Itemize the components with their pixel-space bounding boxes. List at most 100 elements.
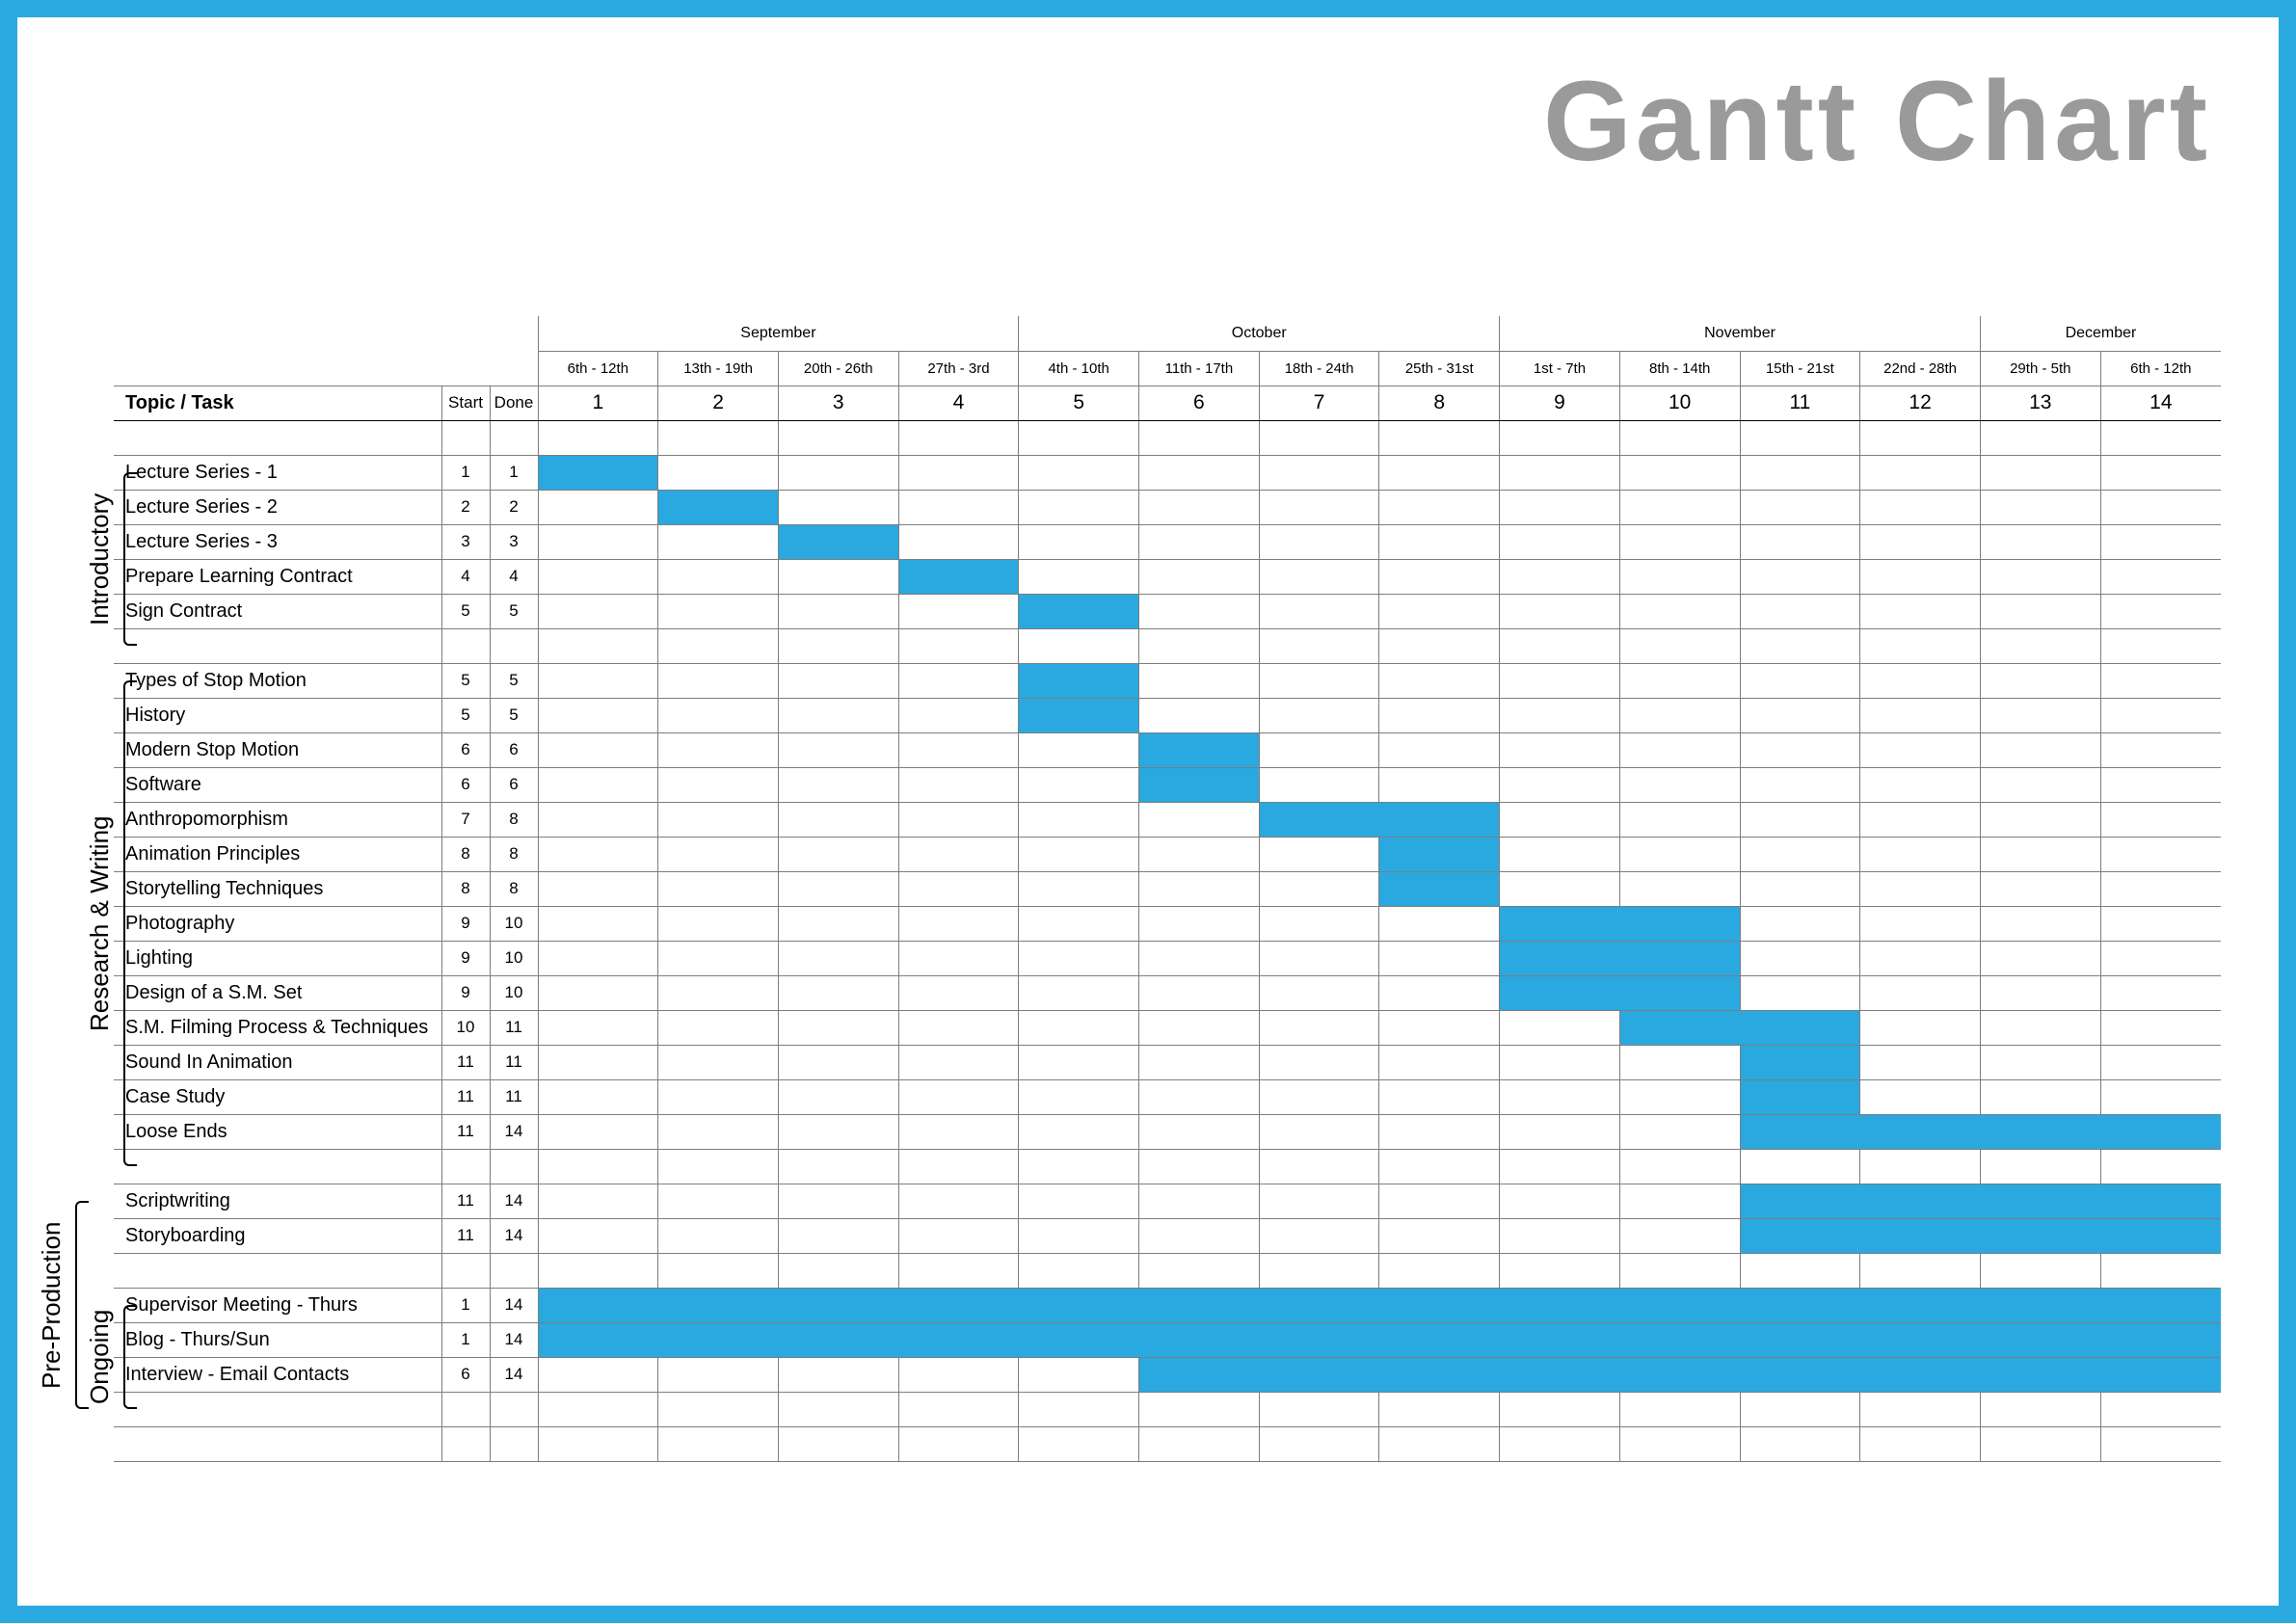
week-cell [1019,871,1139,906]
week-cell [1980,975,2100,1010]
task-name: Blog - Thurs/Sun [114,1322,441,1357]
week-cell [1259,1010,1379,1045]
done-week [490,628,538,663]
week-cell [1379,559,1500,594]
week-cell [2100,594,2221,628]
start-week: 5 [441,594,490,628]
done-week: 1 [490,455,538,490]
week-cell [1379,1010,1500,1045]
week-cell [1740,1357,1860,1392]
week-cell [1860,1253,1981,1288]
week-cell [1019,698,1139,732]
week-cell [1019,906,1139,941]
week-cell [1980,1149,2100,1184]
task-row: Storyboarding1114 [114,1218,2221,1253]
section-label: Introductory [85,472,115,646]
week-cell [1980,1392,2100,1426]
week-cell [1619,663,1740,698]
week-cell [2100,1322,2221,1357]
done-week [490,1253,538,1288]
week-cell [1379,1426,1500,1461]
week-cell [2100,490,2221,524]
week-cell [1740,1426,1860,1461]
task-row: Interview - Email Contacts614 [114,1357,2221,1392]
week-cell [898,594,1019,628]
week-cell [1619,941,1740,975]
week-cell [2100,1253,2221,1288]
week-cell [1500,698,1620,732]
week-cell [1259,732,1379,767]
week-cell [538,1392,658,1426]
week-cell [1259,1045,1379,1079]
week-cell [1740,1253,1860,1288]
week-cell [1259,1149,1379,1184]
week-cell [658,628,779,663]
week-cell [1740,698,1860,732]
week-cell [658,490,779,524]
week-cell [1860,490,1981,524]
week-cell [1619,906,1740,941]
week-cell [1860,732,1981,767]
week-cell [1259,1184,1379,1218]
week-cell [778,455,898,490]
week-cell [1139,975,1260,1010]
spacer-row [114,420,2221,455]
week-cell [1500,906,1620,941]
week-cell [1259,698,1379,732]
week-cell [1259,871,1379,906]
week-cell [538,767,658,802]
week-cell [658,455,779,490]
week-cell [778,1114,898,1149]
week-cell [1500,1045,1620,1079]
week-cell [1019,663,1139,698]
week-cell [2100,1114,2221,1149]
week-cell [1500,628,1620,663]
start-week: 10 [441,1010,490,1045]
task-row: History55 [114,698,2221,732]
start-week [441,1392,490,1426]
week-cell [1740,1079,1860,1114]
week-cell [658,906,779,941]
page-title: Gantt Chart [1543,56,2211,187]
week-cell [2100,559,2221,594]
week-cell [1500,1357,1620,1392]
week-cell [1259,1079,1379,1114]
week-cell [1860,1079,1981,1114]
start-week: 5 [441,663,490,698]
week-cell [1019,1149,1139,1184]
section-bracket [123,1305,137,1409]
week-cell [1139,663,1260,698]
week-cell [898,1010,1019,1045]
week-cell [1019,767,1139,802]
start-week: 9 [441,906,490,941]
week-cell [1259,1322,1379,1357]
week-cell [778,941,898,975]
task-name: Types of Stop Motion [114,663,441,698]
week-cell [1740,628,1860,663]
week-cell [658,941,779,975]
month-nov: November [1500,316,1981,351]
week-cell [1500,1010,1620,1045]
week-cell [538,1079,658,1114]
week-cell [1860,871,1981,906]
start-week: 6 [441,1357,490,1392]
week-cell [1619,1392,1740,1426]
week-cell [1259,767,1379,802]
week-cell [2100,663,2221,698]
month-header-row: September October November December [114,316,2221,351]
week-cell [1379,1322,1500,1357]
week-cell [1980,490,2100,524]
week-cell [898,490,1019,524]
task-name [114,420,441,455]
week-cell [898,1253,1019,1288]
task-name: Loose Ends [114,1114,441,1149]
week-cell [1259,1114,1379,1149]
week-cell [1500,524,1620,559]
week-cell [1619,524,1740,559]
week-cell [1980,906,2100,941]
week-cell [1500,871,1620,906]
week-cell [538,837,658,871]
week-cell [1740,1288,1860,1322]
week-cell [1980,1322,2100,1357]
week-cell [1500,1184,1620,1218]
